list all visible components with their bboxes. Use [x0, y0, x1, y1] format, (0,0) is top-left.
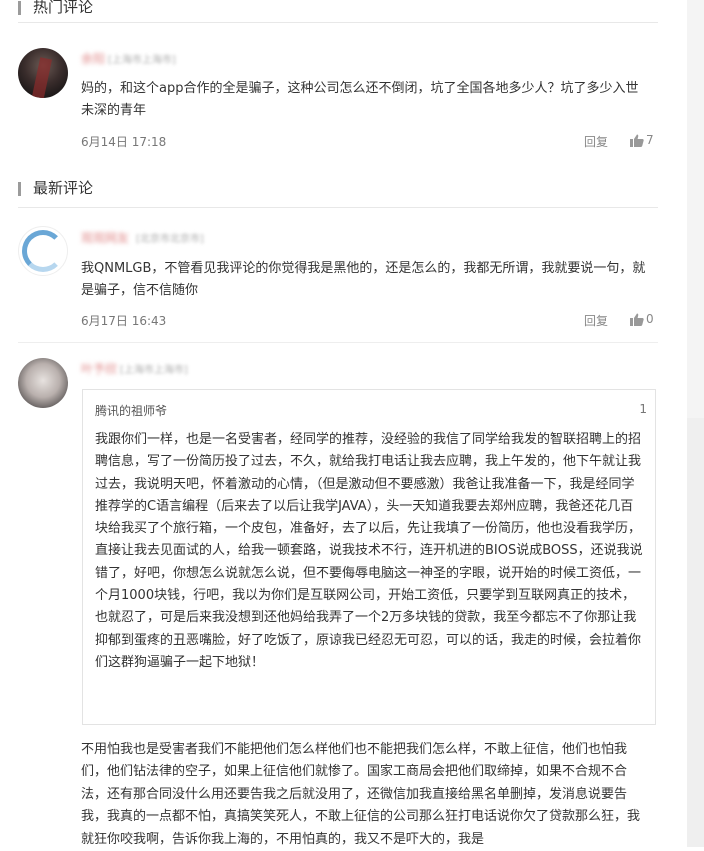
comment-text: 妈的，和这个app合作的全是骗子，这种公司怎么还不倒闭，坑了全国各地多少人？坑了… — [81, 81, 639, 118]
like-button[interactable]: 0 — [630, 312, 654, 326]
quoted-floor-number: 1 — [639, 402, 647, 416]
quoted-text: 我跟你们一样，也是一名受害者，经同学的推荐，没经验的我信了同学给我发的智联招聘上… — [95, 432, 643, 670]
avatar[interactable] — [18, 48, 68, 98]
thumbs-up-icon — [630, 134, 644, 147]
comment-text: 不用怕我也是受害者我们不能把他们怎么样他们也不能把我们怎么样，不敢上征信，他们也… — [81, 742, 641, 847]
comment-location: [上海市上海市] — [120, 365, 188, 376]
quoted-author[interactable]: 腾讯的祖师爷 — [95, 402, 167, 419]
hot-comments-title: 热门评论 — [33, 0, 94, 16]
comment-username[interactable]: 叶予欣 — [81, 360, 117, 377]
latest-comments-header: 最新评论 — [18, 178, 658, 208]
comment-username[interactable]: 观观网友 — [81, 229, 129, 246]
comment-username[interactable]: 余阳 — [81, 50, 105, 67]
comment-divider — [18, 342, 658, 343]
section-marker — [18, 182, 21, 196]
comment-time: 6月14日 17:18 — [81, 135, 167, 149]
comment-text: 我QNMLGB，不管看见我评论的你觉得我是黑他的，还是怎么的，我都无所谓，我就要… — [81, 261, 646, 298]
reply-button[interactable]: 回复 — [584, 312, 608, 329]
avatar[interactable] — [18, 358, 68, 408]
like-button[interactable]: 7 — [630, 133, 654, 147]
hot-comments-header: 热门评论 — [18, 0, 658, 23]
right-page-block — [687, 418, 704, 847]
section-marker — [18, 1, 21, 15]
quoted-comment: 腾讯的祖师爷 1 我跟你们一样，也是一名受害者，经同学的推荐，没经验的我信了同学… — [82, 389, 656, 725]
avatar[interactable] — [18, 226, 68, 276]
reply-button[interactable]: 回复 — [584, 133, 608, 150]
right-page-strip — [687, 0, 704, 847]
like-count: 7 — [646, 133, 654, 147]
like-count: 0 — [646, 312, 654, 326]
latest-comments-title: 最新评论 — [33, 179, 94, 197]
thumbs-up-icon — [630, 313, 644, 326]
comment-location: [上海市上海市] — [108, 55, 176, 66]
comment-location: [北京市北京市] — [136, 234, 204, 245]
comment-time: 6月17日 16:43 — [81, 314, 167, 328]
